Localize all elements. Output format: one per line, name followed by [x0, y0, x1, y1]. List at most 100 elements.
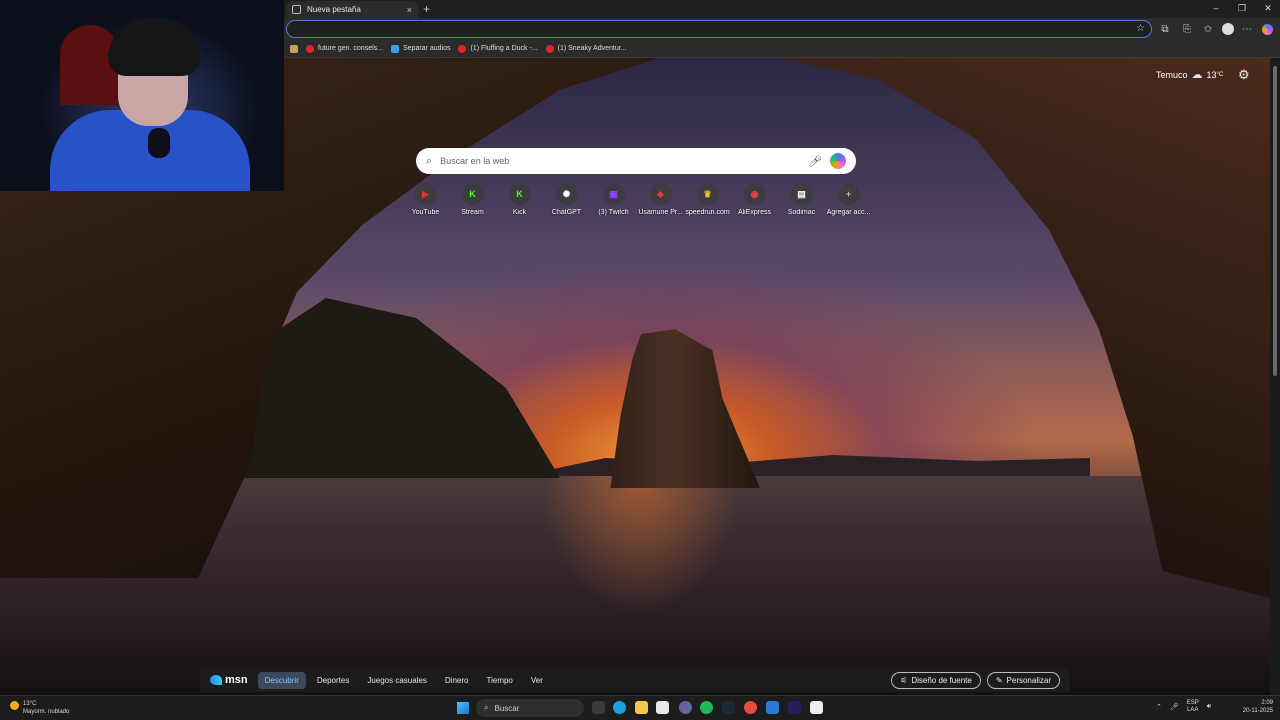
folder-icon [290, 44, 298, 53]
webcam-person-hair [108, 18, 200, 76]
steam-icon[interactable] [722, 701, 735, 714]
notepad-icon[interactable] [766, 701, 779, 714]
msn-logo[interactable]: msn [210, 674, 248, 686]
msn-tab-descubrir[interactable]: Descubrir [257, 671, 306, 689]
quick-link-label: speedrun.com [685, 209, 730, 216]
language-indicator[interactable]: ESP LAA [1187, 700, 1199, 714]
msn-logo-text: msn [225, 674, 248, 686]
premiere-icon[interactable] [788, 701, 801, 714]
chrome-icon[interactable] [744, 701, 757, 714]
bookmark-label: (1) Fluffing a Duck -... [470, 45, 538, 52]
scrollbar-thumb[interactable] [1273, 66, 1277, 376]
youtube-icon [545, 44, 554, 53]
favorite-star-icon[interactable]: ☆ [1136, 23, 1145, 34]
tab-close-icon[interactable]: × [407, 5, 412, 15]
weather-city: Temuco [1156, 69, 1188, 80]
close-window-button[interactable]: ✕ [1258, 3, 1278, 14]
bookmarks-bar: future gen. consels... Separar audios (1… [284, 40, 1280, 58]
copilot-icon[interactable] [1260, 22, 1274, 36]
quick-link-label: YouTube [411, 209, 440, 216]
quick-link-stream[interactable]: K Stream [449, 183, 496, 216]
search-input[interactable] [440, 156, 809, 166]
quick-links: ▶ YouTube K Stream K Kick ✺ ChatGPT ▣ (3) Twi… [402, 183, 872, 216]
msn-tab-ver[interactable]: Ver [524, 672, 550, 689]
msn-tab-juegos[interactable]: Juegos casuales [360, 672, 434, 689]
sodimac-icon: ▤ [790, 183, 813, 205]
volume-icon[interactable]: 🔊︎ [1207, 703, 1211, 711]
cloud-sun-icon: ☁ [1191, 69, 1203, 81]
quick-link-label: Sodimac [787, 209, 816, 216]
taskbar-search[interactable]: ⌕ Buscar [476, 699, 584, 717]
bookmark-label: Separar audios [402, 45, 451, 52]
quick-link-sodimac[interactable]: ▤ Sodimac [778, 183, 825, 216]
web-search-box[interactable]: ⌕ 🎤︎ [416, 148, 856, 174]
background-rock [610, 329, 760, 488]
tab-page-icon [292, 5, 301, 14]
tray-chevron-icon[interactable]: ⌃ [1156, 703, 1162, 711]
extensions-icon[interactable]: ⧉ [1158, 22, 1172, 36]
favorites-icon[interactable]: ✩ [1201, 22, 1215, 36]
windows-taskbar: 13°C Mayorm. nublado ⌕ Buscar ⌃ 🎤︎ ESP LAA … [0, 695, 1280, 720]
minimize-button[interactable]: – [1206, 3, 1226, 13]
bookmark-item[interactable]: (1) Fluffing a Duck -... [458, 44, 538, 53]
quick-link-chatgpt[interactable]: ✺ ChatGPT [543, 183, 590, 216]
taskbar-clock[interactable]: 2:09 20-11-2025 [1237, 699, 1273, 715]
bookmark-item[interactable]: (1) Sneaky Adventur... [545, 44, 627, 53]
edge-icon[interactable] [613, 701, 626, 714]
quick-link-youtube[interactable]: ▶ YouTube [402, 183, 449, 216]
kick-icon: K [508, 183, 531, 205]
youtube-icon [306, 44, 314, 53]
sliders-icon: ⚟ [900, 675, 908, 685]
maximize-button[interactable]: ❐ [1232, 3, 1252, 14]
bookmark-folder[interactable] [290, 44, 298, 53]
msn-feed-bar: msn Descubrir Deportes Juegos casuales D… [200, 668, 1070, 692]
quick-link-speedrun[interactable]: ♛ speedrun.com [684, 183, 731, 216]
new-tab-button[interactable]: + [423, 2, 430, 16]
profile-avatar-icon[interactable] [1221, 22, 1235, 36]
discord-icon[interactable] [679, 701, 692, 714]
spotify-icon[interactable] [700, 701, 713, 714]
page-scrollbar[interactable] [1270, 58, 1280, 695]
microphone-icon[interactable]: 🎤︎ [808, 155, 822, 168]
page-settings-gear-icon[interactable]: ⚙ [1238, 67, 1250, 83]
address-input[interactable] [287, 23, 1151, 39]
quick-link-label: Usamune Pr... [638, 209, 683, 216]
quick-link-aliexpress[interactable]: ◉ AliExpress [731, 183, 778, 216]
bookmark-item[interactable]: future gen. consels... [306, 44, 383, 53]
twitch-icon: ▣ [602, 183, 625, 205]
address-bar[interactable] [286, 20, 1152, 39]
bookmark-item[interactable]: Separar audios [390, 44, 451, 53]
copilot-icon[interactable] [830, 153, 846, 169]
split-screen-icon[interactable]: ⎘ [1180, 22, 1194, 36]
taskbar-weather-desc: Mayorm. nublado [23, 709, 70, 715]
msn-tab-tiempo[interactable]: Tiempo [480, 672, 520, 689]
quick-link-label: (3) Twitch [598, 209, 629, 216]
quick-link-kick[interactable]: K Kick [496, 183, 543, 216]
file-explorer-icon[interactable] [635, 701, 648, 714]
start-button[interactable] [457, 702, 469, 714]
mario-cap-icon: ◆ [649, 183, 672, 205]
microphone-icon[interactable]: 🎤︎ [1170, 703, 1179, 711]
quick-link-label: Stream [461, 209, 484, 216]
weather-widget[interactable]: Temuco ☁ 13 °C [1156, 68, 1223, 81]
weather-sun-icon [10, 701, 19, 710]
quick-link-add-shortcut[interactable]: + Agregar acc... [825, 183, 872, 216]
weather-temp: 13 [1206, 69, 1217, 80]
quick-link-usamune[interactable]: ◆ Usamune Pr... [637, 183, 684, 216]
tab-new-tab[interactable]: Nueva pestaña × [286, 1, 418, 18]
weather-unit: °C [1216, 71, 1224, 78]
capcut-icon[interactable] [810, 701, 823, 714]
store-icon[interactable] [656, 701, 669, 714]
personalize-button[interactable]: ✎ Personalizar [986, 671, 1060, 689]
quick-link-twitch[interactable]: ▣ (3) Twitch [590, 183, 637, 216]
taskbar-weather[interactable]: 13°C Mayorm. nublado [10, 700, 69, 716]
msn-tab-dinero[interactable]: Dinero [438, 672, 476, 689]
msn-butterfly-icon [210, 675, 222, 685]
task-view-icon[interactable] [592, 701, 605, 714]
msn-tab-deportes[interactable]: Deportes [310, 672, 356, 689]
more-menu-icon[interactable]: ⋯ [1240, 22, 1254, 36]
youtube-icon [458, 44, 467, 53]
layout-button[interactable]: ⚟ Diseño de fuente [891, 671, 981, 689]
chatgpt-icon: ✺ [555, 183, 578, 205]
quick-link-label: Kick [512, 209, 527, 216]
